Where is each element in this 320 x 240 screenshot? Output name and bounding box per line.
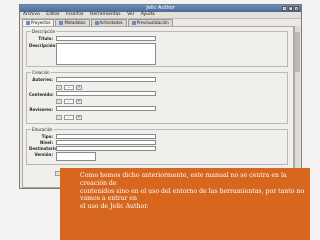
tab-strip: Proyectos Metadatos Actividades Previsua… xyxy=(22,19,174,27)
stepper-value[interactable]: — xyxy=(64,114,74,120)
section-legend: Educación xyxy=(31,127,54,132)
section-legend: Creación xyxy=(31,70,51,75)
author-stepper: - — + xyxy=(56,84,82,90)
tab-label: Proyectos xyxy=(31,20,51,25)
caption-line: contenidos sino en el uso del entorno de… xyxy=(80,187,305,195)
caption-line: creación de xyxy=(80,179,117,187)
section-description: Descripción Título: Descripción: xyxy=(26,29,288,67)
recipients-label: Destinatarios: xyxy=(29,146,61,151)
title-label: Título: xyxy=(38,36,53,41)
version-field[interactable] xyxy=(56,152,96,161)
stepper-value[interactable]: — xyxy=(64,98,74,104)
window-title: Jelic Author xyxy=(146,5,175,11)
tab-label: Actividades xyxy=(99,20,123,25)
title-bar[interactable]: Jelic Author – □ × xyxy=(20,5,301,12)
description-label: Descripción: xyxy=(29,43,57,48)
tab-actividades[interactable]: Actividades xyxy=(90,19,127,26)
caption-line: Como hemos dicho anteriormente, este man… xyxy=(80,172,287,179)
author-label: Autor/es: xyxy=(32,77,53,82)
project-icon xyxy=(26,21,30,25)
recipients-field[interactable] xyxy=(56,146,156,151)
preview-icon xyxy=(131,21,136,25)
menu-ayuda[interactable]: Ayuda xyxy=(141,12,155,17)
tab-metadatos[interactable]: Metadatos xyxy=(55,19,90,26)
scrollbar-thumb[interactable] xyxy=(295,32,300,72)
decrement-button[interactable]: - xyxy=(56,114,62,120)
tab-previsualizacion[interactable]: Previsualización xyxy=(127,19,173,26)
menu-archivo[interactable]: Archivo xyxy=(23,12,40,17)
reviewers-field[interactable] xyxy=(56,106,156,111)
maximize-icon[interactable]: □ xyxy=(288,6,293,11)
title-field[interactable] xyxy=(56,36,156,41)
level-label: Nivel: xyxy=(39,140,53,145)
close-icon[interactable]: × xyxy=(294,6,299,11)
content-label: Contenido: xyxy=(29,92,54,97)
description-field[interactable] xyxy=(56,43,156,65)
increment-button[interactable]: + xyxy=(76,114,82,120)
form-panel: Descripción Título: Descripción: Creació… xyxy=(22,26,294,188)
decrement-button[interactable]: - xyxy=(56,98,62,104)
stepper-value[interactable]: — xyxy=(64,84,74,90)
content-field[interactable] xyxy=(56,91,156,96)
activity-icon xyxy=(94,21,99,25)
menu-insertar[interactable]: Insertar xyxy=(66,12,84,17)
content-stepper: - — + xyxy=(56,98,82,104)
type-label: Tipo: xyxy=(41,134,53,139)
reviewers-stepper: - — + xyxy=(56,114,82,120)
caption-line: el uso de Jelic Author. xyxy=(80,203,149,211)
menu-bar: Archivo Editar Insertar Herramientas Ver… xyxy=(20,12,301,19)
level-field[interactable] xyxy=(56,140,156,145)
caption-box: Como hemos dicho anteriormente, este man… xyxy=(60,168,310,240)
section-creation: Creación Autor/es: - — + Contenido: - — … xyxy=(26,70,288,124)
window-controls: – □ × xyxy=(282,6,299,11)
increment-button[interactable]: + xyxy=(76,98,82,104)
metadata-icon xyxy=(59,21,64,25)
type-field[interactable] xyxy=(56,134,156,139)
section-legend: Descripción xyxy=(31,29,57,34)
decrement-button[interactable]: - xyxy=(56,84,62,90)
reviewers-label: Revisores: xyxy=(29,107,53,112)
menu-ver[interactable]: Ver xyxy=(127,12,134,17)
vertical-scrollbar[interactable] xyxy=(294,26,300,188)
tab-label: Previsualización xyxy=(136,20,169,25)
author-field[interactable] xyxy=(56,77,156,82)
version-label: Versión: xyxy=(34,152,53,157)
section-educational: Educación Tipo: Nivel: Destinatarios: Ve… xyxy=(26,127,288,165)
menu-herramientas[interactable]: Herramientas xyxy=(90,12,121,17)
caption-line: vamos a entrar en xyxy=(80,195,137,203)
menu-editar[interactable]: Editar xyxy=(46,12,59,17)
minimize-icon[interactable]: – xyxy=(282,6,287,11)
tab-label: Metadatos xyxy=(64,20,86,25)
application-window: Jelic Author – □ × Archivo Editar Insert… xyxy=(19,4,302,189)
increment-button[interactable]: + xyxy=(76,84,82,90)
